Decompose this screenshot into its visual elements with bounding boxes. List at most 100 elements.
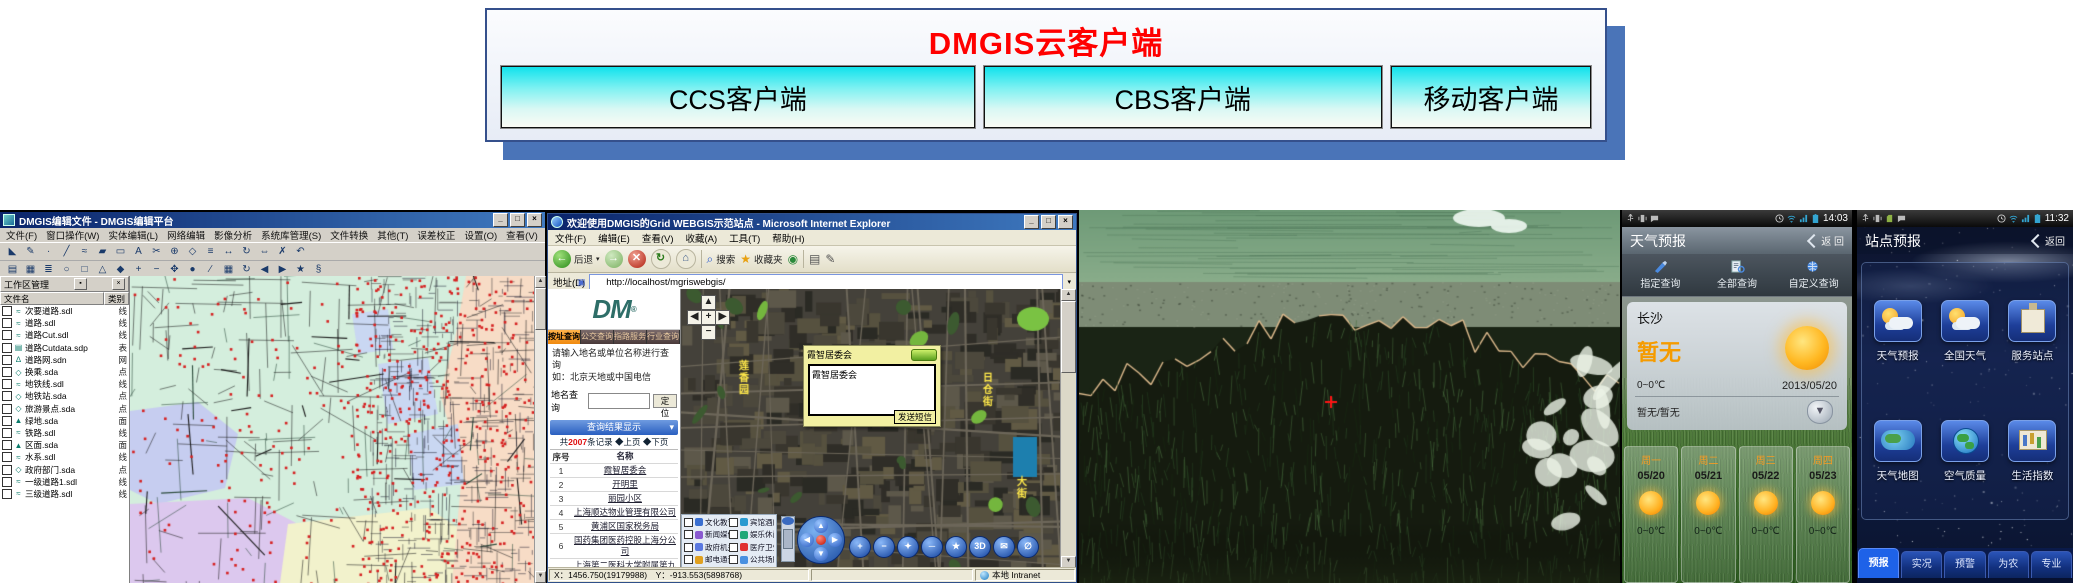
- zoom-slider[interactable]: [781, 516, 795, 562]
- legend-checkbox[interactable]: [729, 517, 738, 527]
- current-weather-card[interactable]: 长沙 暂无 0~0℃ 2013/05/20 暂无/暂无 ▼: [1627, 302, 1847, 430]
- gis-menu-item[interactable]: 文件(F): [6, 228, 37, 242]
- layer-row[interactable]: ≈ 一级道路1.sdl 线: [0, 476, 129, 488]
- scroll-thumb[interactable]: [1061, 301, 1076, 373]
- layer-checkbox[interactable]: [2, 452, 12, 463]
- tab-active-item[interactable]: 预报: [1858, 548, 1900, 578]
- edit-button[interactable]: ✎: [825, 252, 835, 266]
- column-type[interactable]: 类别: [104, 292, 130, 305]
- results-header[interactable]: 查询结果显示 ▾: [550, 420, 678, 435]
- map-tool-button[interactable]: ✦: [897, 536, 919, 558]
- gis-menu-item[interactable]: 影像分析: [214, 228, 252, 242]
- layer-checkbox[interactable]: [2, 476, 12, 487]
- result-name-link[interactable]: 国药集团医药控股上海分公司: [572, 534, 678, 558]
- ie-menu-item[interactable]: 编辑(E): [598, 231, 630, 245]
- toolbar-icon[interactable]: ↻: [238, 243, 255, 260]
- dpad-center-icon[interactable]: [816, 535, 826, 545]
- gis-menu-item[interactable]: 网络编辑: [167, 228, 205, 242]
- app-life-index[interactable]: 生活指数: [1999, 391, 2066, 511]
- maximize-button[interactable]: □: [510, 213, 525, 227]
- map-tool-button[interactable]: +: [849, 536, 871, 558]
- gis-menu-item[interactable]: 误差校正: [417, 228, 455, 242]
- app-national-weather[interactable]: 全国天气: [1931, 271, 1998, 391]
- app-weather-forecast[interactable]: 天气预报: [1864, 271, 1931, 391]
- favorites-button[interactable]: ★ 收藏夹: [740, 252, 782, 266]
- tab-item[interactable]: 为农: [1987, 551, 2029, 578]
- zoom-out-button[interactable]: −: [701, 325, 716, 340]
- layer-row[interactable]: ≈ 道路.sdl 线: [0, 317, 129, 329]
- gis-menu-item[interactable]: 实体编辑(L): [108, 228, 158, 242]
- app-air-quality[interactable]: 空气质量: [1931, 391, 1998, 511]
- layer-checkbox[interactable]: [2, 403, 12, 414]
- forward-button[interactable]: →: [604, 250, 623, 268]
- tab-item[interactable]: 专业: [2030, 551, 2073, 578]
- gis-menu-item[interactable]: 设置(O): [464, 228, 497, 242]
- gis-menu-item[interactable]: 窗口操作(W): [46, 228, 99, 242]
- close-button[interactable]: ×: [1058, 215, 1073, 229]
- sidebar-tab[interactable]: 公交查询: [581, 330, 614, 344]
- map-tool-button[interactable]: ★: [945, 536, 967, 558]
- forecast-card[interactable]: 周一 05/20 0~0℃: [1624, 446, 1679, 583]
- minimize-button[interactable]: _: [493, 213, 508, 227]
- toolbar-icon[interactable]: ✎: [22, 243, 39, 260]
- result-name-link[interactable]: 开明里: [572, 478, 678, 491]
- toolbar-icon[interactable]: ✗: [274, 243, 291, 260]
- result-row[interactable]: 4 上海顺达物业管理有限公司: [550, 506, 678, 520]
- layer-row[interactable]: ◇ 地铁站.sda 点: [0, 390, 129, 402]
- media-button[interactable]: ◉: [788, 252, 798, 266]
- layer-checkbox[interactable]: [2, 488, 12, 499]
- ie-menu-item[interactable]: 帮助(H): [772, 231, 804, 245]
- popup-action-button[interactable]: [911, 348, 937, 361]
- back-button[interactable]: ← 后退 ▾: [553, 250, 600, 268]
- toolbar-icon[interactable]: ⊕: [166, 243, 183, 260]
- tab-all-query[interactable]: 全部查询: [1699, 254, 1776, 296]
- layer-checkbox[interactable]: [2, 464, 12, 475]
- scroll-thumb[interactable]: [535, 288, 547, 330]
- layer-row[interactable]: ◇ 旅游景点.sda 点: [0, 403, 129, 415]
- layer-checkbox[interactable]: [2, 342, 12, 353]
- toolbar-icon[interactable]: ↶: [292, 243, 309, 260]
- toolbar-icon[interactable]: ◣: [4, 243, 21, 260]
- sidebar-tab[interactable]: 指路服务: [614, 330, 647, 344]
- scroll-up-arrow[interactable]: ▲: [1061, 289, 1076, 301]
- layer-row[interactable]: ≈ 道路Cut.sdl 线: [0, 329, 129, 341]
- toolbar-icon[interactable]: ✂: [148, 243, 165, 260]
- ie-menu-item[interactable]: 文件(F): [555, 231, 586, 245]
- panel-close-button[interactable]: ×: [112, 278, 126, 290]
- layer-row[interactable]: ≈ 三级道路.sdl 线: [0, 488, 129, 500]
- chevron-down-icon[interactable]: ▾: [669, 420, 674, 435]
- ie-menu-item[interactable]: 工具(T): [729, 231, 760, 245]
- sidebar-tab[interactable]: 行业查询: [647, 330, 680, 344]
- pan-right-button[interactable]: ▶: [715, 310, 730, 325]
- toolbar-icon[interactable]: ▭: [112, 243, 129, 260]
- ie-title-bar[interactable]: 欢迎使用DMGIS的Grid WEBGIS示范站点 - Microsoft In…: [548, 214, 1076, 230]
- layer-row[interactable]: ≈ 水系.sdl 线: [0, 451, 129, 463]
- map-tool-button[interactable]: ─: [921, 536, 943, 558]
- pan-left-button[interactable]: ◀: [687, 310, 702, 325]
- layer-row[interactable]: ≈ 次要道路.sdl 线: [0, 305, 129, 317]
- layer-checkbox[interactable]: [2, 440, 12, 451]
- legend-checkbox[interactable]: [684, 530, 693, 540]
- toolbar-icon[interactable]: ╱: [58, 243, 75, 260]
- close-button[interactable]: ×: [527, 213, 542, 227]
- back-button[interactable]: 返 回: [1807, 233, 1844, 248]
- toolbar-icon[interactable]: ⇔: [256, 243, 273, 260]
- map-tool-button[interactable]: 3D: [969, 536, 991, 558]
- stop-button[interactable]: ✕: [627, 250, 646, 268]
- map-tool-button[interactable]: −: [873, 536, 895, 558]
- zoom-slider-thumb[interactable]: [783, 529, 793, 549]
- layer-checkbox[interactable]: [2, 354, 12, 365]
- dpad-up-icon[interactable]: ▲: [814, 519, 828, 533]
- layer-row[interactable]: ∆ 道路网.sdn 网: [0, 354, 129, 366]
- layer-checkbox[interactable]: [2, 391, 12, 402]
- print-button[interactable]: ▤: [809, 252, 820, 266]
- terrain-canvas[interactable]: [1079, 210, 1620, 583]
- app-weather-map[interactable]: 天气地图: [1864, 391, 1931, 511]
- pan-up-button[interactable]: ▲: [701, 295, 716, 310]
- legend-checkbox[interactable]: [684, 555, 693, 565]
- forecast-card[interactable]: 周四 05/23 0~0℃: [1795, 446, 1850, 583]
- legend-checkbox[interactable]: [684, 517, 693, 527]
- tab-item[interactable]: 实况: [1901, 551, 1943, 578]
- layer-row[interactable]: ≈ 地铁线.sdl 线: [0, 378, 129, 390]
- gis-menu-item[interactable]: 系统库管理(S): [261, 228, 321, 242]
